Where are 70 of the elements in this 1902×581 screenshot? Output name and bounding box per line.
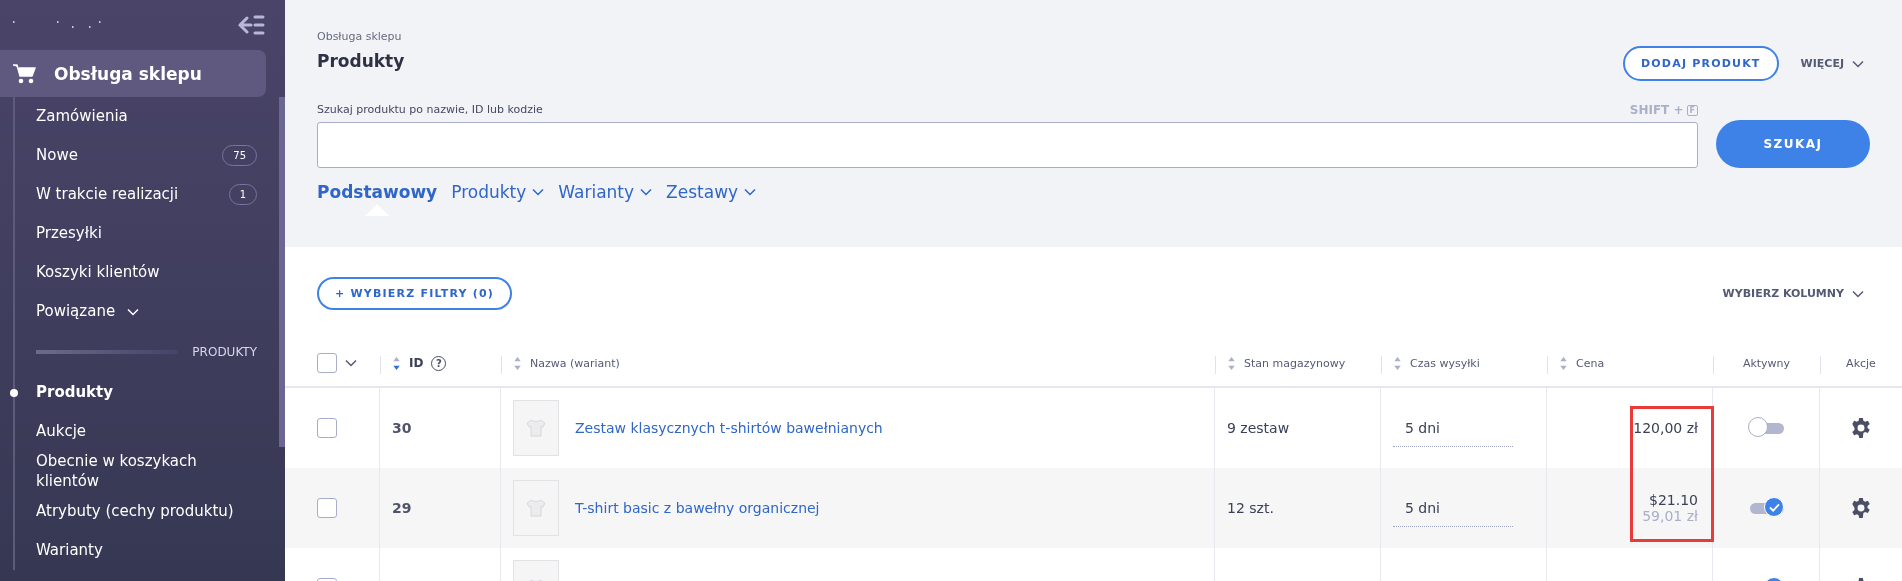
add-product-button[interactable]: DODAJ PRODUKT — [1622, 46, 1779, 81]
search-label: Szukaj produktu po nazwie, ID lub kodzie — [317, 103, 543, 117]
column-header[interactable]: Nazwa (wariant) — [530, 356, 620, 370]
column-header: Aktywny — [1742, 356, 1791, 370]
product-id: 29 — [392, 500, 412, 516]
shirt-icon — [526, 498, 546, 518]
secondary-price: 59,01 zł — [1642, 508, 1698, 524]
nav-item[interactable]: Aukcje — [36, 412, 257, 451]
sort-icon[interactable] — [392, 355, 401, 371]
nav-item[interactable]: Produkty — [36, 373, 257, 412]
chevron-down-icon — [345, 359, 357, 367]
row-checkbox[interactable] — [317, 418, 337, 438]
cart-icon — [12, 62, 36, 85]
nav-item[interactable]: Powiązane — [36, 292, 257, 331]
nav-item[interactable]: Koszyki klientów — [36, 253, 257, 292]
chevron-down-icon — [1852, 289, 1864, 298]
chevron-down-icon — [127, 307, 140, 316]
chevron-down-icon — [640, 188, 653, 196]
column-header: Akcje — [1846, 356, 1876, 370]
key-cap: F — [1686, 104, 1698, 116]
product-id: 30 — [392, 420, 412, 436]
column-header[interactable]: Stan magazynowy — [1244, 356, 1346, 370]
page-title: Produkty — [317, 51, 405, 71]
sort-icon[interactable] — [1559, 355, 1568, 371]
tab[interactable]: Warianty — [558, 182, 653, 214]
breadcrumb[interactable]: Obsługa sklepu — [317, 30, 405, 43]
active-toggle[interactable] — [1748, 497, 1784, 519]
price-text: 120,00 zł — [1633, 420, 1698, 436]
filters-button[interactable]: + WYBIERZ FILTRY (0) — [317, 277, 513, 310]
row-checkbox[interactable] — [317, 498, 337, 518]
settings-icon[interactable] — [1850, 497, 1872, 519]
sort-icon[interactable] — [513, 355, 522, 371]
column-header[interactable]: Cena — [1576, 356, 1605, 370]
stock-text: 9 zestaw — [1227, 420, 1290, 436]
shortcut-hint: SHIFT + — [1629, 103, 1684, 117]
search-button[interactable]: SZUKAJ — [1716, 120, 1870, 168]
sort-icon[interactable] — [1227, 355, 1236, 371]
nav-item[interactable]: Obecnie w koszykach klientów — [36, 451, 257, 492]
sort-icon[interactable] — [1393, 355, 1402, 371]
active-dot — [10, 388, 18, 397]
columns-dropdown[interactable]: WYBIERZ KOLUMNY — [1716, 286, 1870, 301]
product-link[interactable]: T-shirt basic z bawełny organicznej — [575, 500, 820, 516]
shipping-field[interactable]: 5 dni — [1393, 409, 1513, 447]
check-icon — [1768, 502, 1780, 512]
collapse-sidebar-icon[interactable] — [237, 14, 265, 36]
settings-icon[interactable] — [1850, 417, 1872, 439]
select-all-checkbox[interactable] — [317, 353, 337, 373]
nav-item[interactable]: Nowe 75 — [36, 136, 257, 175]
price-text: $21.10 — [1649, 492, 1698, 508]
product-link[interactable]: Zestaw klasycznych t-shirtów bawełnianych — [575, 420, 883, 436]
tab[interactable]: Produkty — [451, 182, 545, 214]
nav-item[interactable]: W trakcie realizacji 1 — [36, 175, 257, 214]
chevron-down-icon — [1852, 59, 1864, 68]
tab[interactable]: Zestawy — [666, 182, 757, 214]
shirt-icon — [526, 418, 546, 438]
column-header[interactable]: ID — [409, 356, 424, 370]
column-header[interactable]: Czas wysyłki — [1410, 356, 1480, 370]
chevron-down-icon — [532, 188, 545, 196]
active-toggle[interactable] — [1748, 417, 1784, 439]
stock-text: 12 szt. — [1227, 500, 1274, 516]
nav-item[interactable]: Warianty — [36, 530, 257, 570]
nav-section[interactable]: Obsługa sklepu — [0, 50, 266, 97]
tab[interactable]: Podstawowy — [317, 182, 438, 214]
search-field[interactable] — [317, 122, 1698, 168]
more-dropdown[interactable]: WIĘCEJ — [1794, 56, 1870, 71]
nav-item[interactable]: Zamówienia — [36, 97, 257, 136]
chevron-down-icon — [744, 188, 757, 196]
section-heading: PRODUKTY — [192, 345, 257, 359]
nav-item[interactable]: Przesyłki — [36, 214, 257, 253]
nav-item[interactable]: Atrybuty (cechy produktu) — [36, 491, 257, 531]
